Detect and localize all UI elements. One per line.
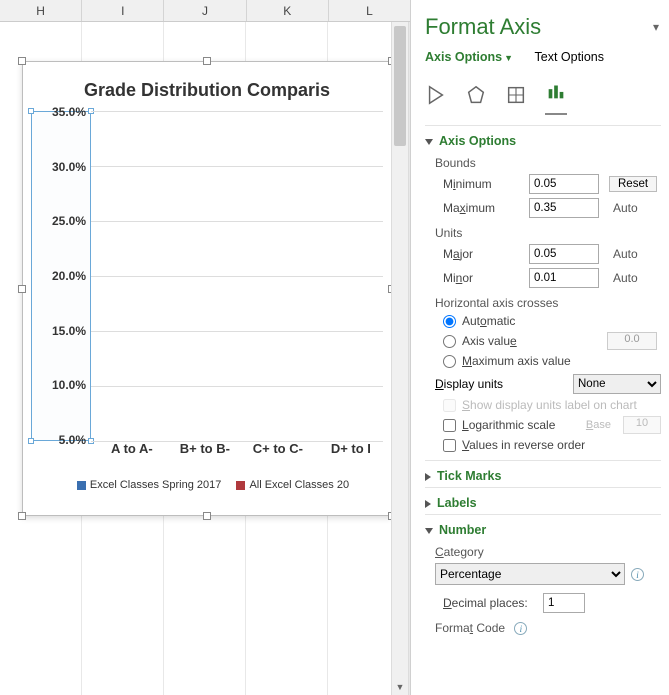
log-scale-checkbox[interactable] [443, 419, 456, 432]
display-units-select[interactable]: None [573, 374, 661, 394]
crosses-heading: Horizontal axis crosses [435, 296, 661, 310]
legend-label: Excel Classes Spring 2017 [90, 479, 221, 491]
scroll-down-icon[interactable]: ▼ [392, 679, 408, 695]
chart-legend[interactable]: Excel Classes Spring 2017 All Excel Clas… [23, 469, 391, 497]
category-axis[interactable]: A to A- B+ to B- C+ to C- D+ to I [91, 441, 383, 469]
chart-plot-area[interactable]: 35.0% 30.0% 25.0% 20.0% 15.0% 10.0% 5.0% [31, 111, 383, 441]
category-label: A to A- [92, 441, 172, 456]
axis-tick: 30.0% [52, 160, 86, 174]
resize-handle[interactable] [203, 57, 211, 65]
axis-tick: 5.0% [59, 433, 86, 447]
pane-tabs: Axis Options▼ Text Options [425, 50, 661, 66]
reset-min-button[interactable]: Reset [609, 176, 657, 192]
resize-handle[interactable] [203, 512, 211, 520]
resize-handle[interactable] [18, 57, 26, 65]
axis-tick: 20.0% [52, 269, 86, 283]
col-header[interactable]: K [247, 0, 329, 21]
category-label: C+ to C- [238, 441, 318, 456]
tab-text-options[interactable]: Text Options [535, 50, 604, 66]
section-header-axis-options[interactable]: Axis Options [425, 134, 661, 148]
scroll-thumb[interactable] [394, 26, 406, 146]
pane-menu-icon[interactable]: ▾ [653, 20, 659, 34]
chevron-down-icon: ▼ [504, 53, 513, 63]
effects-icon[interactable] [465, 84, 487, 111]
crosses-max-label: Maximum axis value [462, 354, 571, 368]
crosses-axis-value-field: 0.0 [607, 332, 657, 350]
column-headers: H I J K L [0, 0, 411, 22]
col-header[interactable]: H [0, 0, 82, 21]
minor-input[interactable] [529, 268, 599, 288]
auto-major-label: Auto [613, 247, 638, 261]
col-header[interactable]: J [164, 0, 246, 21]
spreadsheet-area: H I J K L Grade Distribution Comparis 35… [0, 0, 411, 695]
decimal-places-label: Decimal places: [443, 596, 543, 610]
crosses-automatic-radio[interactable] [443, 315, 456, 328]
chart-object[interactable]: Grade Distribution Comparis 35.0% 30.0% … [22, 61, 392, 516]
major-label: Major [443, 247, 529, 261]
col-header[interactable]: I [82, 0, 164, 21]
chart-title[interactable]: Grade Distribution Comparis [23, 62, 391, 111]
axis-tick: 10.0% [52, 378, 86, 392]
axis-tick: 25.0% [52, 214, 86, 228]
section-tick-marks: Tick Marks [425, 460, 661, 487]
axis-handle[interactable] [28, 108, 34, 114]
min-input[interactable] [529, 174, 599, 194]
pane-title: Format Axis [425, 14, 661, 40]
number-category-label: Category [435, 545, 661, 559]
legend-label: All Excel Classes 20 [249, 479, 349, 491]
show-units-label-text: Show display units label on chart [462, 398, 637, 412]
decimal-places-input[interactable] [543, 593, 585, 613]
resize-handle[interactable] [18, 512, 26, 520]
vertical-scrollbar[interactable]: ▲ ▼ [391, 22, 409, 695]
fill-icon[interactable] [425, 84, 447, 111]
crosses-automatic-label: Automatic [462, 314, 515, 328]
number-category-select[interactable]: Percentage [435, 563, 625, 585]
major-input[interactable] [529, 244, 599, 264]
info-icon[interactable]: i [514, 622, 527, 635]
category-label: B+ to B- [165, 441, 245, 456]
show-units-label-checkbox [443, 399, 456, 412]
value-axis[interactable]: 35.0% 30.0% 25.0% 20.0% 15.0% 10.0% 5.0% [31, 111, 91, 441]
reverse-order-checkbox[interactable] [443, 439, 456, 452]
option-category-icons [425, 80, 661, 115]
axis-tick: 35.0% [52, 105, 86, 119]
log-base-field: 10 [623, 416, 661, 434]
section-labels: Labels [425, 487, 661, 514]
chart-bars[interactable] [91, 111, 383, 441]
log-base-label: Base [586, 419, 611, 431]
crosses-axis-value-radio[interactable] [443, 335, 456, 348]
tab-axis-options[interactable]: Axis Options▼ [425, 50, 513, 66]
section-axis-options: Axis Options Bounds Minimum Reset Maximu… [425, 125, 661, 460]
axis-tick: 15.0% [52, 324, 86, 338]
info-icon[interactable]: i [631, 568, 644, 581]
auto-max-label: Auto [613, 201, 638, 215]
size-icon[interactable] [505, 84, 527, 111]
min-label: Minimum [443, 177, 529, 191]
axis-options-icon[interactable] [545, 80, 567, 115]
auto-minor-label: Auto [613, 271, 638, 285]
legend-swatch-icon [77, 481, 86, 490]
col-header[interactable]: L [329, 0, 411, 21]
units-heading: Units [435, 226, 661, 240]
section-header-labels[interactable]: Labels [425, 496, 661, 510]
bounds-heading: Bounds [435, 156, 661, 170]
max-input[interactable] [529, 198, 599, 218]
legend-swatch-icon [236, 481, 245, 490]
crosses-axis-value-label: Axis value [462, 334, 517, 348]
section-header-tick-marks[interactable]: Tick Marks [425, 469, 661, 483]
axis-handle[interactable] [28, 438, 34, 444]
max-label: Maximum [443, 201, 529, 215]
resize-handle[interactable] [18, 285, 26, 293]
minor-label: Minor [443, 271, 529, 285]
display-units-label: Display units [435, 377, 503, 391]
log-scale-label: Logarithmic scale [462, 418, 555, 432]
reverse-order-label: Values in reverse order [462, 438, 585, 452]
format-code-label: Format Code i [435, 621, 661, 635]
crosses-max-radio[interactable] [443, 355, 456, 368]
section-header-number[interactable]: Number [425, 523, 661, 537]
section-number: Number Category Percentage i Decimal pla… [425, 514, 661, 643]
category-label: D+ to I [311, 441, 391, 456]
format-axis-pane: Format Axis ▾ Axis Options▼ Text Options… [410, 0, 669, 695]
